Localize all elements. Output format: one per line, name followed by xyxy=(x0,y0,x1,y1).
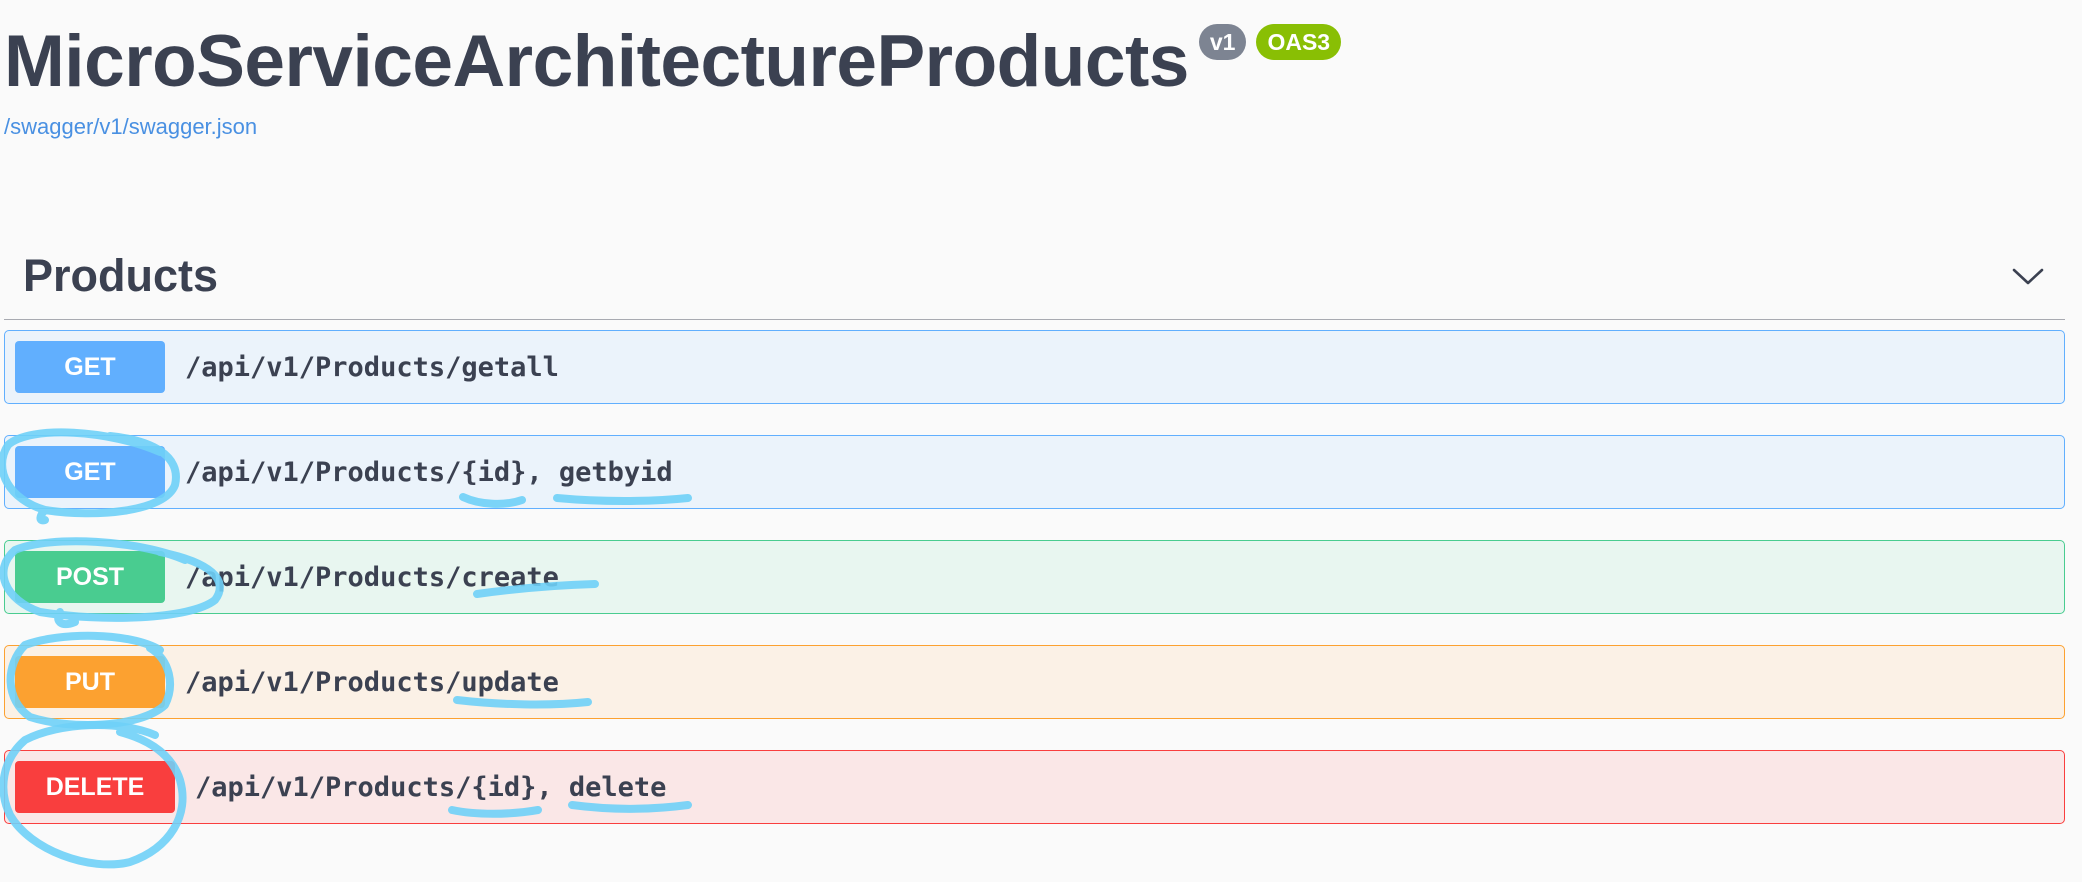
operation-path: /api/v1/Products/update xyxy=(185,666,559,698)
operation-post-create[interactable]: POST /api/v1/Products/create xyxy=(4,540,2065,614)
method-badge: POST xyxy=(15,551,165,603)
operation-put-update[interactable]: PUT /api/v1/Products/update xyxy=(4,645,2065,719)
chevron-down-icon[interactable] xyxy=(2011,259,2045,293)
swagger-json-link[interactable]: /swagger/v1/swagger.json xyxy=(4,114,1341,140)
method-badge: PUT xyxy=(15,656,165,708)
operations-list: GET /api/v1/Products/getall GET /api/v1/… xyxy=(4,330,2065,855)
version-badge: v1 xyxy=(1198,24,1247,60)
operation-path: /api/v1/Products/{id}, getbyid xyxy=(185,456,673,488)
operation-get-getall[interactable]: GET /api/v1/Products/getall xyxy=(4,330,2065,404)
operation-path: /api/v1/Products/getall xyxy=(185,351,559,383)
operation-path: /api/v1/Products/create xyxy=(185,561,559,593)
operation-get-getbyid[interactable]: GET /api/v1/Products/{id}, getbyid xyxy=(4,435,2065,509)
section-header[interactable]: Products xyxy=(4,232,2065,320)
operation-delete[interactable]: DELETE /api/v1/Products/{id}, delete xyxy=(4,750,2065,824)
section-title: Products xyxy=(23,249,219,301)
products-section: Products GET /api/v1/Products/getall GET… xyxy=(4,232,2065,824)
method-badge: GET xyxy=(15,341,165,393)
title-row: MicroServiceArchitectureProducts v1 OAS3 xyxy=(4,16,1342,108)
api-title: MicroServiceArchitectureProducts xyxy=(4,21,1189,102)
api-info: MicroServiceArchitectureProducts v1 OAS3… xyxy=(4,16,1342,140)
method-badge: DELETE xyxy=(15,761,175,813)
oas-badge: OAS3 xyxy=(1256,24,1342,60)
operation-path: /api/v1/Products/{id}, delete xyxy=(195,771,667,803)
method-badge: GET xyxy=(15,446,165,498)
